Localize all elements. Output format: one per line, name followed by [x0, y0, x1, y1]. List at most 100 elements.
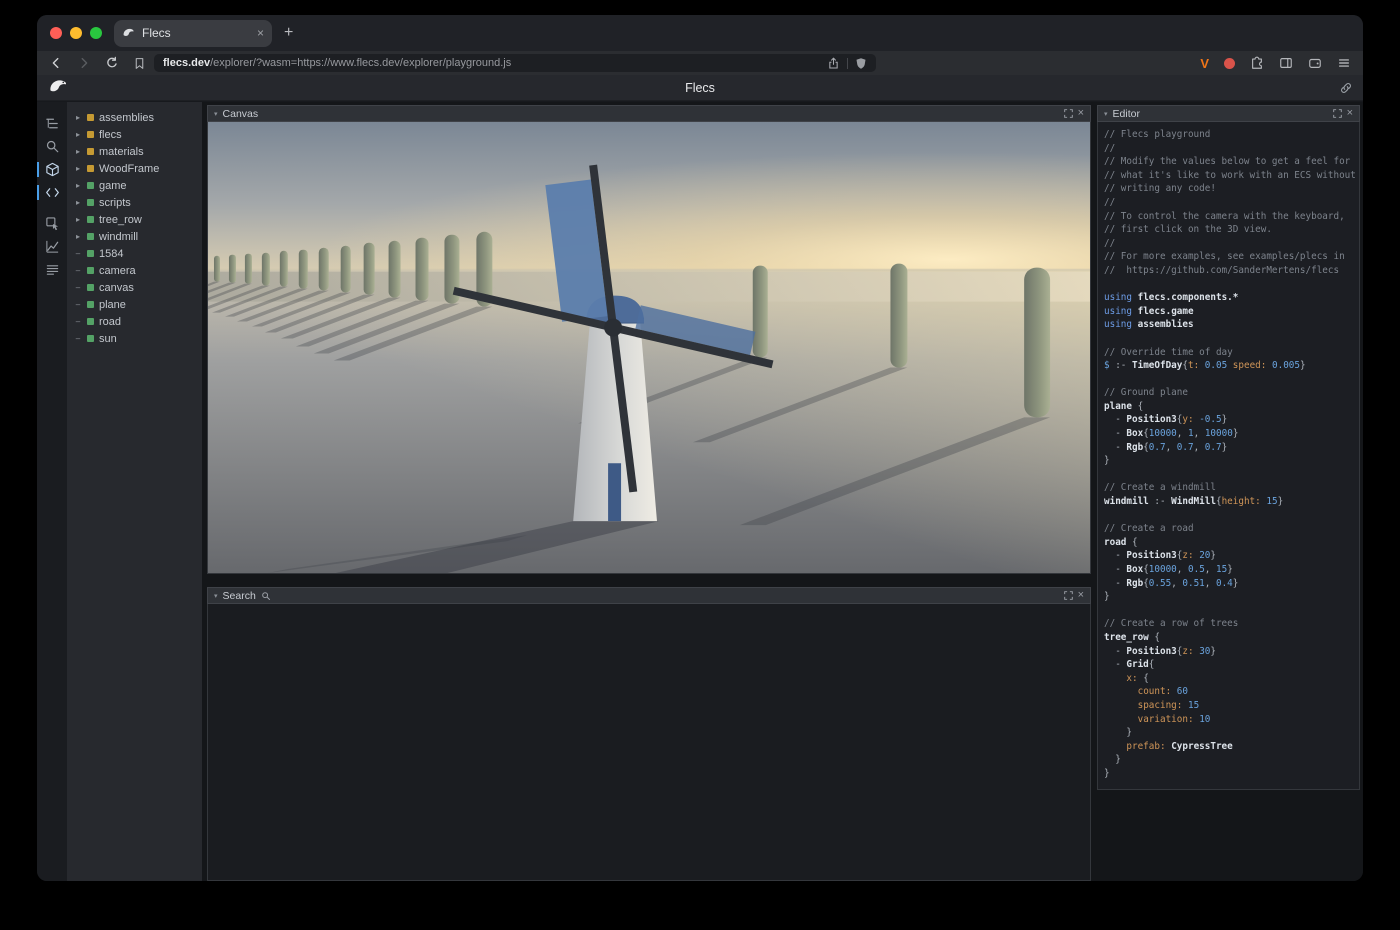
leaf-dash-icon: – [74, 301, 82, 309]
code-line: } [1104, 753, 1357, 767]
canvas-view-icon[interactable] [37, 158, 67, 181]
traffic-lights [37, 27, 114, 39]
expand-arrow-icon[interactable]: ▸ [74, 182, 82, 190]
vpn-icon[interactable]: V [1200, 56, 1209, 71]
code-line: - Position3{z: 20} [1104, 549, 1357, 563]
expand-arrow-icon[interactable]: ▸ [74, 233, 82, 241]
tree-item-game[interactable]: ▸game [67, 177, 202, 194]
editor-panel-header[interactable]: ▾ Editor × [1097, 105, 1360, 122]
leaf-dash-icon: – [74, 318, 82, 326]
collapse-chevron-icon[interactable]: ▾ [1104, 110, 1108, 118]
browser-tab-flecs[interactable]: Flecs × [114, 20, 272, 47]
expand-arrow-icon[interactable]: ▸ [74, 114, 82, 122]
tree-item-assemblies[interactable]: ▸assemblies [67, 109, 202, 126]
tree-item-sun[interactable]: –sun [67, 330, 202, 347]
collapse-chevron-icon[interactable]: ▾ [214, 592, 218, 600]
entity-kind-swatch [87, 114, 94, 121]
wallet-icon[interactable] [1308, 56, 1322, 70]
back-button[interactable] [49, 56, 63, 70]
close-window-button[interactable] [50, 27, 62, 39]
zoom-window-button[interactable] [90, 27, 102, 39]
sidebar-toggle-icon[interactable] [1279, 56, 1293, 70]
code-line: - Rgb{0.55, 0.51, 0.4} [1104, 577, 1357, 591]
tree-item-windmill[interactable]: ▸windmill [67, 228, 202, 245]
tree-item-canvas[interactable]: –canvas [67, 279, 202, 296]
tree-item-plane[interactable]: –plane [67, 296, 202, 313]
expand-arrow-icon[interactable]: ▸ [74, 148, 82, 156]
expand-arrow-icon[interactable]: ▸ [74, 216, 82, 224]
reload-button[interactable] [105, 56, 119, 70]
code-line: $ :- TimeOfDay{t: 0.05 speed: 0.005} [1104, 359, 1357, 373]
brave-shield-icon[interactable] [855, 57, 867, 70]
fullscreen-icon[interactable] [1333, 109, 1342, 118]
entity-kind-swatch [87, 233, 94, 240]
search-panel-title: Search [223, 590, 256, 602]
code-editor-icon[interactable] [37, 181, 67, 204]
close-panel-icon[interactable]: × [1078, 590, 1084, 601]
bookmark-icon[interactable] [133, 57, 146, 70]
tree-item-label: sun [99, 333, 117, 345]
search-panel-header[interactable]: ▾ Search × [207, 587, 1091, 604]
new-tab-button[interactable]: + [284, 24, 293, 42]
canvas-panel-header[interactable]: ▾ Canvas × [207, 105, 1091, 122]
tree-item-tree_row[interactable]: ▸tree_row [67, 211, 202, 228]
query-search-icon[interactable] [37, 135, 67, 158]
search-results-area[interactable] [207, 604, 1091, 881]
tree-item-materials[interactable]: ▸materials [67, 143, 202, 160]
tree-item-label: flecs [99, 129, 122, 141]
leaf-dash-icon: – [74, 267, 82, 275]
toolbar-extension-cluster: V [1200, 56, 1351, 71]
tree-item-flecs[interactable]: ▸ flecs [67, 126, 202, 143]
editor-code[interactable]: // Flecs playground//// Modify the value… [1097, 122, 1360, 790]
code-line [1104, 373, 1357, 387]
code-line: prefab: CypressTree [1104, 740, 1357, 754]
menu-icon[interactable] [1337, 56, 1351, 70]
windmill-scene [208, 122, 1090, 573]
explorer-content: ▸assemblies▸flecs▸materials▸WoodFrame▸ga… [37, 102, 1363, 881]
leaf-dash-icon: – [74, 284, 82, 292]
extensions-puzzle-icon[interactable] [1250, 56, 1264, 70]
page-title: Flecs [37, 81, 1363, 95]
entity-tree-icon[interactable] [37, 112, 67, 135]
code-line: windmill :- WindMill{height: 15} [1104, 495, 1357, 509]
search-panel: ▾ Search × [207, 587, 1091, 881]
collapse-chevron-icon[interactable]: ▾ [214, 110, 218, 118]
entity-kind-swatch [87, 131, 94, 138]
canvas-panel: ▾ Canvas × [207, 105, 1091, 574]
expand-arrow-icon[interactable]: ▸ [74, 131, 82, 139]
minimize-window-button[interactable] [70, 27, 82, 39]
inspector-icon[interactable] [37, 212, 67, 235]
tree-item-label: scripts [99, 197, 131, 209]
tab-close-icon[interactable]: × [257, 26, 264, 40]
tree-item-scripts[interactable]: ▸ scripts [67, 194, 202, 211]
commands-icon[interactable] [37, 258, 67, 281]
share-link-icon[interactable] [1339, 81, 1353, 95]
forward-button[interactable] [77, 56, 91, 70]
fullscreen-icon[interactable] [1064, 591, 1073, 600]
share-icon[interactable] [827, 57, 840, 70]
code-line [1104, 332, 1357, 346]
search-magnifier-icon [261, 591, 271, 601]
tree-item-camera[interactable]: –camera [67, 262, 202, 279]
code-line: // Ground plane [1104, 386, 1357, 400]
entity-kind-swatch [87, 301, 94, 308]
entity-kind-swatch [87, 165, 94, 172]
code-line: - Grid{ [1104, 658, 1357, 672]
expand-arrow-icon[interactable]: ▸ [74, 199, 82, 207]
tree-item-road[interactable]: –road [67, 313, 202, 330]
tree-item-1584[interactable]: –1584 [67, 245, 202, 262]
tree-item-label: 1584 [99, 248, 123, 260]
canvas-3d-view[interactable] [207, 122, 1091, 574]
entity-kind-swatch [87, 267, 94, 274]
close-panel-icon[interactable]: × [1078, 108, 1084, 119]
tree-item-WoodFrame[interactable]: ▸WoodFrame [67, 160, 202, 177]
fullscreen-icon[interactable] [1064, 109, 1073, 118]
close-panel-icon[interactable]: × [1347, 108, 1353, 119]
extension-red-icon[interactable] [1224, 58, 1235, 69]
entity-kind-swatch [87, 148, 94, 155]
expand-arrow-icon[interactable]: ▸ [74, 165, 82, 173]
url-bar[interactable]: flecs.dev/explorer/?wasm=https://www.fle… [154, 54, 876, 72]
stats-icon[interactable] [37, 235, 67, 258]
code-line: road { [1104, 536, 1357, 550]
code-line: plane { [1104, 400, 1357, 414]
